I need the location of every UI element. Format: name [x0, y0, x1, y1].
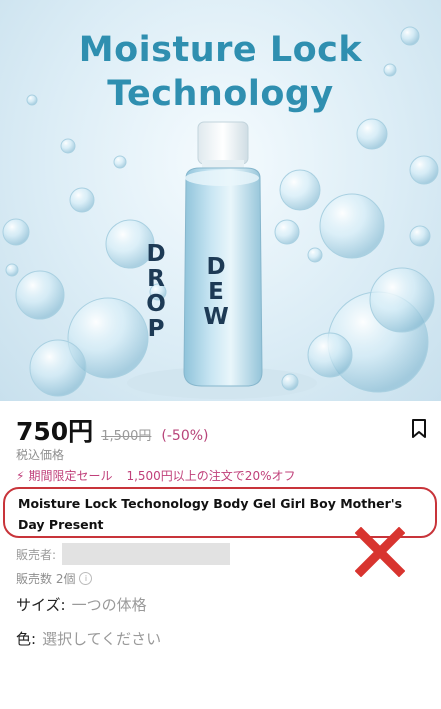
- sale-detail-text: 1,500円以上の注文で20%オフ: [126, 469, 296, 483]
- sales-count-row: 販売数 2個 i: [16, 570, 93, 587]
- hero-headline-line2: Technology: [107, 74, 334, 114]
- seller-label: 販売者:: [16, 547, 57, 562]
- discount-percent: (-50%): [161, 428, 209, 444]
- color-label: 色:: [16, 630, 37, 648]
- original-price: 1,500円: [101, 429, 152, 444]
- sale-badge-text: 期間限定セール: [28, 469, 113, 483]
- seller-row: 販売者:: [16, 543, 231, 565]
- hero-headline-line1: Moisture Lock: [78, 30, 363, 70]
- product-hero-image[interactable]: Moisture Lock Technology DEW DROP: [0, 0, 441, 401]
- color-value: 選択してください: [42, 630, 162, 648]
- sales-count: 販売数 2個: [16, 572, 76, 586]
- color-option[interactable]: 色: 選択してください: [16, 628, 161, 649]
- lightning-icon: ⚡: [16, 468, 25, 483]
- x-mark-icon: [354, 526, 406, 578]
- price-row: 750円 1,500円 (-50%): [16, 412, 209, 446]
- size-label: サイズ:: [16, 596, 66, 614]
- current-price: 750円: [16, 417, 94, 446]
- bookmark-icon[interactable]: [409, 418, 429, 440]
- limited-sale-banner[interactable]: ⚡ 期間限定セール 1,500円以上の注文で20%オフ: [16, 467, 295, 484]
- size-option[interactable]: サイズ: 一つの体格: [16, 594, 147, 615]
- bottle-brand-label: DEW DROP: [143, 241, 229, 341]
- size-value: 一つの体格: [71, 596, 147, 614]
- tax-included-label: 税込価格: [16, 448, 65, 462]
- seller-name-redacted: [62, 543, 231, 565]
- info-icon[interactable]: i: [79, 572, 93, 585]
